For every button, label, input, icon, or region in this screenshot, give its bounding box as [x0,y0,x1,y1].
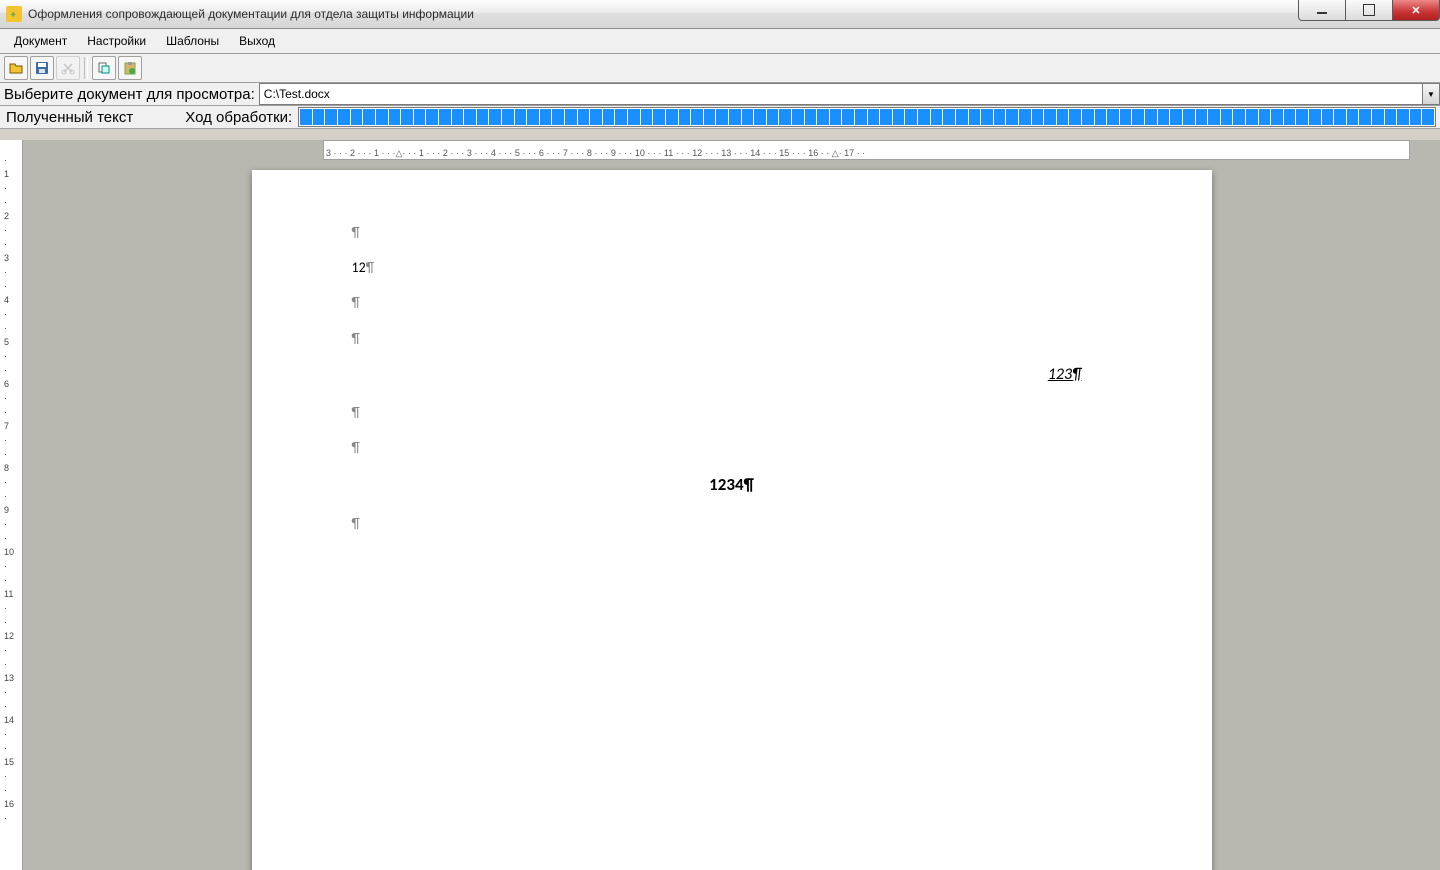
maximize-button[interactable] [1346,0,1393,21]
document-path-combobox[interactable]: ▼ [259,83,1440,105]
svg-text:✦: ✦ [9,10,17,21]
ruler-scale: 3 · · · 2 · · · 1 · · ·△· · · 1 · · · 2 … [324,148,867,159]
progress-bar [298,107,1436,127]
toolbar [0,54,1440,83]
select-document-label: Выберите документ для просмотра: [0,84,259,105]
progress-label: Ход обработки: [179,109,298,126]
toolbar-separator [84,57,88,79]
paragraph[interactable]: ¶ [352,220,1112,245]
chevron-down-icon[interactable]: ▼ [1422,84,1439,104]
document-area[interactable]: ¶ 12¶ ¶ ¶ 123¶ ¶ ¶ 1234¶ ¶ [23,160,1440,870]
paragraph[interactable]: ¶ [352,435,1112,460]
save-icon[interactable] [30,56,54,80]
horizontal-ruler[interactable]: 3 · · · 2 · · · 1 · · ·△· · · 1 · · · 2 … [323,140,1410,160]
app-icon: ✦ [6,6,22,22]
page[interactable]: ¶ 12¶ ¶ ¶ 123¶ ¶ ¶ 1234¶ ¶ [252,170,1212,870]
menu-exit[interactable]: Выход [231,31,283,51]
paragraph[interactable]: ¶ [352,400,1112,425]
paste-icon[interactable] [118,56,142,80]
paragraph[interactable]: 123¶ [352,361,1112,390]
paragraph[interactable]: ¶ [352,326,1112,351]
document-select-row: Выберите документ для просмотра: ▼ [0,83,1440,106]
document-path-input[interactable] [260,84,1422,104]
minimize-button[interactable] [1298,0,1346,21]
cut-icon [56,56,80,80]
menu-settings[interactable]: Настройки [79,31,154,51]
close-button[interactable]: ✕ [1393,0,1440,21]
paragraph[interactable]: ¶ [352,290,1112,315]
paragraph[interactable]: 1234¶ [352,470,1112,501]
menu-bar: Документ Настройки Шаблоны Выход [0,29,1440,54]
result-text-label: Полученный текст [0,109,139,126]
open-icon[interactable] [4,56,28,80]
paragraph[interactable]: ¶ [352,511,1112,536]
status-row: Полученный текст Ход обработки: [0,106,1440,129]
paragraph[interactable]: 12¶ [352,255,1112,280]
menu-templates[interactable]: Шаблоны [158,31,227,51]
copy-icon[interactable] [92,56,116,80]
window-title: Оформления сопровождающей документации д… [28,7,474,21]
vertical-ruler[interactable]: ·1··2··3··4··5··6··7··8··9··10··11··12··… [0,140,23,870]
editor-workspace: L ·1··2··3··4··5··6··7··8··9··10··11··12… [0,140,1440,870]
titlebar: ✦ Оформления сопровождающей документации… [0,0,1440,29]
menu-document[interactable]: Документ [6,31,75,51]
